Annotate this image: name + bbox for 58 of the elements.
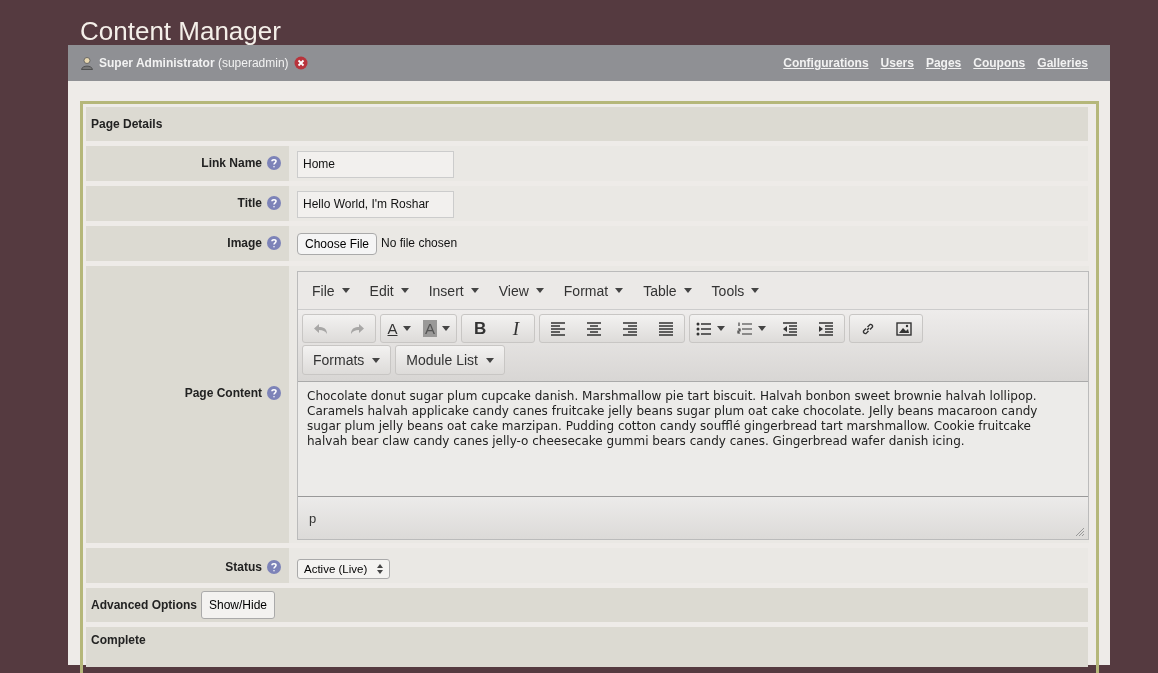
section-title: Advanced Options bbox=[91, 598, 197, 612]
menu-item[interactable]: File bbox=[312, 282, 350, 299]
italic-button[interactable]: I bbox=[498, 315, 534, 342]
field-label: Title bbox=[237, 196, 262, 210]
undo-icon bbox=[313, 321, 329, 336]
align-right-icon bbox=[622, 321, 638, 336]
indent-icon bbox=[818, 321, 834, 336]
close-icon[interactable] bbox=[293, 56, 308, 70]
dropdown-button[interactable]: Module List bbox=[395, 345, 505, 375]
caret-icon bbox=[615, 288, 624, 293]
caret-icon bbox=[535, 288, 544, 293]
section-title: Page Details bbox=[91, 117, 163, 131]
resize-grip-icon[interactable] bbox=[1076, 528, 1084, 536]
field-label: Link Name bbox=[201, 156, 262, 170]
field-label: Page Content bbox=[184, 386, 262, 400]
text-field[interactable]: Hello World, I'm Roshar bbox=[297, 191, 454, 218]
help-icon[interactable] bbox=[267, 156, 281, 170]
menu-item[interactable]: View bbox=[498, 282, 544, 299]
menu-item[interactable]: Edit bbox=[369, 282, 409, 299]
align-justify-icon bbox=[658, 321, 674, 336]
text-field[interactable]: Home bbox=[297, 151, 454, 178]
image-icon bbox=[896, 321, 912, 336]
caret-icon bbox=[683, 288, 692, 293]
caret-icon bbox=[470, 288, 479, 293]
show-hide-button[interactable]: Show/Hide bbox=[201, 591, 276, 619]
field-label: Status bbox=[225, 560, 262, 574]
menu-item[interactable]: Format bbox=[563, 282, 624, 299]
caret-icon bbox=[751, 288, 760, 293]
caret-icon bbox=[400, 288, 409, 293]
status-select[interactable]: Active (Live) bbox=[297, 559, 391, 579]
align-center-icon bbox=[586, 321, 602, 336]
app-title: Content Manager bbox=[79, 15, 282, 45]
help-icon[interactable] bbox=[267, 386, 281, 400]
menu-item[interactable]: Tools bbox=[711, 282, 760, 299]
help-icon[interactable] bbox=[267, 236, 281, 250]
align-left-icon bbox=[550, 321, 566, 336]
element-path: p bbox=[309, 510, 317, 526]
user-icon bbox=[80, 56, 94, 70]
dropdown-button[interactable]: Formats bbox=[302, 345, 392, 375]
caret-icon bbox=[372, 357, 381, 363]
user-name: Super Administrator (superadmin) bbox=[99, 56, 289, 70]
choose-file-button[interactable]: Choose File bbox=[297, 233, 378, 255]
bold-button[interactable]: B bbox=[462, 315, 498, 342]
updown-icon bbox=[377, 564, 384, 574]
field-label: Image bbox=[227, 236, 262, 250]
forecolor-button[interactable]: A bbox=[381, 315, 417, 342]
redo-icon bbox=[349, 321, 365, 336]
section-title: Complete bbox=[91, 633, 146, 647]
file-status: No file chosen bbox=[381, 236, 458, 250]
bullet-list-icon bbox=[696, 321, 712, 336]
menu-item[interactable]: Table bbox=[643, 282, 692, 299]
numbered-list-icon bbox=[737, 321, 753, 336]
help-icon[interactable] bbox=[267, 196, 281, 210]
caret-icon bbox=[485, 357, 494, 363]
help-icon[interactable] bbox=[267, 560, 281, 574]
caret-icon bbox=[341, 288, 350, 293]
menu-item[interactable]: Insert bbox=[428, 282, 479, 299]
outdent-icon bbox=[782, 321, 798, 336]
